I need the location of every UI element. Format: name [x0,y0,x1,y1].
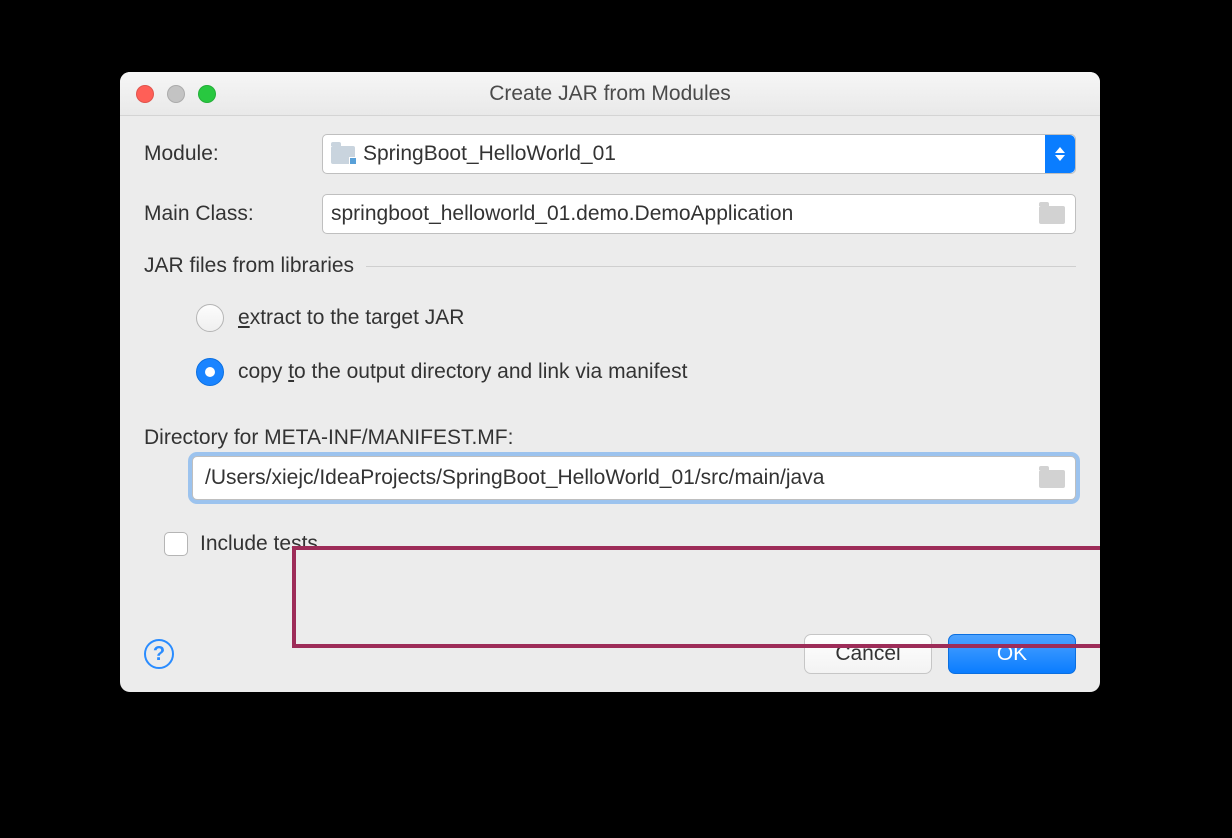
browse-main-class-button[interactable] [1039,204,1065,224]
radio-extract-label: extract to the target JAR [238,306,464,330]
module-icon [331,144,355,164]
include-tests-label: Include tests [200,532,318,556]
manifest-dir-label: Directory for META-INF/MANIFEST.MF: [144,426,1076,450]
zoom-window-button[interactable] [198,85,216,103]
dialog-title: Create JAR from Modules [120,82,1100,106]
manifest-dir-field-wrap [192,456,1076,500]
main-class-row: Main Class: [144,194,1076,234]
close-window-button[interactable] [136,85,154,103]
radio-copy-label: copy to the output directory and link vi… [238,360,687,384]
radio-copy-row[interactable]: copy to the output directory and link vi… [196,358,1076,386]
module-label: Module: [144,142,322,166]
main-class-label: Main Class: [144,202,322,226]
titlebar: Create JAR from Modules [120,72,1100,116]
module-row: Module: SpringBoot_HelloWorld_01 [144,134,1076,174]
browse-manifest-dir-button[interactable] [1039,468,1065,488]
main-class-field[interactable] [322,194,1076,234]
main-class-input[interactable] [331,202,1033,226]
help-button[interactable]: ? [144,639,174,669]
ok-button[interactable]: OK [948,634,1076,674]
dialog-content: Module: SpringBoot_HelloWorld_01 Main Cl… [120,116,1100,556]
jar-libraries-group: JAR files from libraries extract to the … [144,254,1076,386]
include-tests-checkbox[interactable] [164,532,188,556]
group-legend: JAR files from libraries [144,254,366,278]
create-jar-dialog: Create JAR from Modules Module: SpringBo… [120,72,1100,692]
radio-extract-row[interactable]: extract to the target JAR [196,304,1076,332]
cancel-button[interactable]: Cancel [804,634,932,674]
module-value: SpringBoot_HelloWorld_01 [363,142,1045,166]
manifest-dir-field[interactable] [192,456,1076,500]
dialog-footer: ? Cancel OK [120,618,1100,692]
radio-extract[interactable] [196,304,224,332]
minimize-window-button[interactable] [167,85,185,103]
module-select[interactable]: SpringBoot_HelloWorld_01 [322,134,1076,174]
chevron-updown-icon [1045,135,1075,173]
manifest-dir-input[interactable] [205,466,1033,490]
radio-copy[interactable] [196,358,224,386]
include-tests-row[interactable]: Include tests [164,532,1076,556]
window-controls [136,85,216,103]
